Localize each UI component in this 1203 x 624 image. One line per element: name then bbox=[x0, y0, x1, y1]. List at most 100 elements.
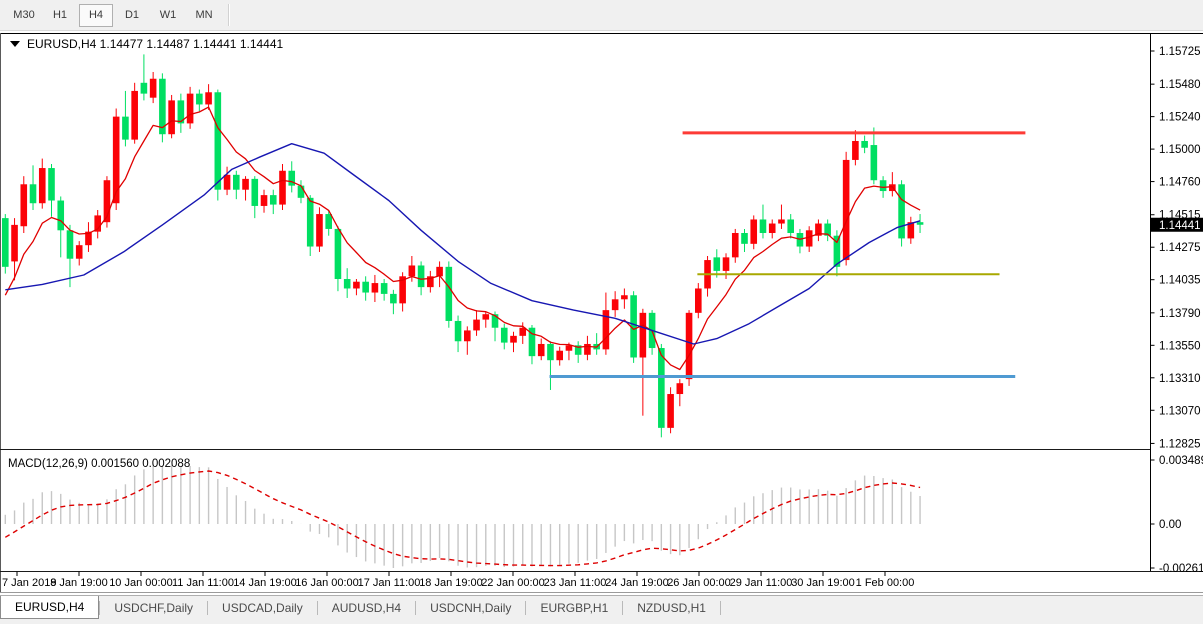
bear-candle bbox=[251, 179, 258, 206]
price-axis-label: 1.15725 bbox=[1159, 46, 1201, 58]
tab-separator bbox=[720, 601, 721, 615]
bull-candle bbox=[677, 383, 684, 394]
bear-candle bbox=[325, 214, 332, 229]
bear-candle bbox=[917, 222, 924, 225]
bull-candle bbox=[168, 100, 175, 134]
bear-candle bbox=[381, 283, 388, 294]
bull-candle bbox=[852, 141, 859, 160]
bear-candle bbox=[215, 92, 222, 189]
bull-candle bbox=[538, 344, 545, 356]
bull-candle bbox=[695, 288, 702, 312]
time-axis-label: 22 Jan 00:00 bbox=[481, 577, 545, 589]
time-axis-label: 11 Jan 11:00 bbox=[172, 577, 234, 589]
bull-candle bbox=[224, 175, 231, 190]
price-axis-label: 1.14760 bbox=[1159, 177, 1201, 189]
bull-candle bbox=[621, 295, 628, 299]
bull-candle bbox=[205, 92, 212, 104]
bear-candle bbox=[344, 279, 351, 288]
bull-candle bbox=[11, 225, 18, 262]
bull-candle bbox=[436, 267, 443, 276]
bull-candle bbox=[279, 171, 286, 205]
bull-candle bbox=[131, 91, 138, 140]
bull-candle bbox=[242, 179, 249, 190]
time-axis-label: 24 Jan 19:00 bbox=[605, 577, 669, 589]
time-axis-label: 29 Jan 11:00 bbox=[730, 577, 793, 589]
bear-candle bbox=[298, 186, 305, 198]
macd-axis-label: -0.002617 bbox=[1159, 563, 1203, 575]
chart-tab-usdcnh[interactable]: USDCNH,Daily bbox=[416, 596, 525, 620]
bear-candle bbox=[898, 184, 905, 238]
chart-tab-nzdusd[interactable]: NZDUSD,H1 bbox=[623, 596, 720, 620]
bull-candle bbox=[261, 195, 268, 206]
bear-candle bbox=[307, 198, 314, 247]
bear-candle bbox=[141, 83, 148, 94]
bull-candle bbox=[353, 282, 360, 289]
bull-candle bbox=[316, 214, 323, 246]
bear-candle bbox=[455, 321, 462, 341]
bear-candle bbox=[658, 348, 665, 428]
bull-candle bbox=[723, 257, 730, 271]
bear-candle bbox=[547, 344, 554, 360]
chart-tab-usdcad[interactable]: USDCAD,Daily bbox=[208, 596, 317, 620]
bull-candle bbox=[76, 245, 83, 259]
current-price-label: 1.14441 bbox=[1159, 220, 1201, 232]
price-axis-label: 1.13070 bbox=[1159, 405, 1201, 417]
price-axis-label: 1.14035 bbox=[1159, 275, 1201, 287]
bull-candle bbox=[778, 219, 785, 223]
time-axis-label: 30 Jan 19:00 bbox=[791, 577, 855, 589]
bear-candle bbox=[335, 229, 342, 279]
time-axis-label: 26 Jan 00:00 bbox=[667, 577, 731, 589]
bear-candle bbox=[713, 257, 720, 271]
macd-axis-label: 0.003489 bbox=[1159, 455, 1203, 467]
price-axis-label: 1.15240 bbox=[1159, 112, 1201, 124]
price-axis-label: 1.15480 bbox=[1159, 79, 1201, 91]
bear-candle bbox=[196, 94, 203, 105]
bull-candle bbox=[510, 336, 517, 343]
bear-candle bbox=[67, 230, 74, 258]
bear-candle bbox=[30, 184, 37, 203]
bull-candle bbox=[150, 79, 157, 98]
bull-candle bbox=[843, 160, 850, 260]
chart-tab-eurusd[interactable]: EURUSD,H4 bbox=[0, 596, 99, 619]
time-axis-label: 10 Jan 00:00 bbox=[109, 577, 173, 589]
chart-area: 1.157251.154801.152401.150001.147601.145… bbox=[0, 0, 1203, 595]
time-axis-label: 14 Jan 19:00 bbox=[233, 577, 297, 589]
price-axis-label: 1.14275 bbox=[1159, 242, 1201, 254]
macd-title: MACD(12,26,9) 0.001560 0.002088 bbox=[8, 458, 190, 470]
bear-candle bbox=[861, 141, 868, 148]
terminal-window: M30H1H4D1W1MN 1.157251.154801.152401.150… bbox=[0, 0, 1203, 624]
bear-candle bbox=[270, 195, 277, 204]
bear-candle bbox=[57, 201, 64, 231]
bear-candle bbox=[233, 175, 240, 190]
bull-candle bbox=[372, 283, 379, 292]
chart-tab-eurgbp[interactable]: EURGBP,H1 bbox=[526, 596, 622, 620]
chart-tab-bar: EURUSD,H4USDCHF,DailyUSDCAD,DailyAUDUSD,… bbox=[0, 595, 1203, 624]
time-axis-label: 8 Jan 19:00 bbox=[50, 577, 108, 589]
price-axis-label: 1.12825 bbox=[1159, 438, 1201, 450]
bull-candle bbox=[473, 320, 480, 331]
bear-candle bbox=[787, 219, 794, 233]
bull-candle bbox=[667, 394, 674, 428]
bull-candle bbox=[464, 330, 471, 341]
bull-candle bbox=[20, 184, 27, 226]
chart-title: EURUSD,H4 1.14477 1.14487 1.14441 1.1444… bbox=[27, 37, 284, 51]
bull-candle bbox=[566, 345, 573, 350]
bear-candle bbox=[2, 218, 9, 267]
bull-candle bbox=[732, 233, 739, 257]
bear-candle bbox=[880, 180, 887, 191]
chart-tab-usdchf[interactable]: USDCHF,Daily bbox=[100, 596, 207, 620]
bear-candle bbox=[362, 282, 369, 293]
bear-candle bbox=[122, 117, 129, 140]
bull-candle bbox=[482, 314, 489, 319]
bear-candle bbox=[390, 294, 397, 303]
chart-tab-audusd[interactable]: AUDUSD,H4 bbox=[318, 596, 415, 620]
bear-candle bbox=[871, 145, 878, 180]
bear-candle bbox=[741, 233, 748, 244]
bull-candle bbox=[806, 230, 813, 246]
price-axis-label: 1.15000 bbox=[1159, 144, 1201, 156]
time-axis-label: 18 Jan 19:00 bbox=[419, 577, 483, 589]
price-axis-label: 1.13310 bbox=[1159, 373, 1201, 385]
time-axis-label: 23 Jan 11:00 bbox=[544, 577, 607, 589]
bear-candle bbox=[446, 267, 453, 321]
bull-candle bbox=[187, 94, 194, 124]
